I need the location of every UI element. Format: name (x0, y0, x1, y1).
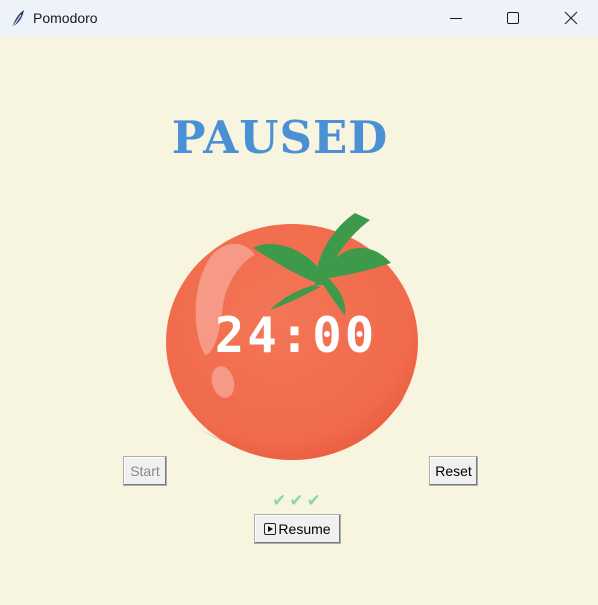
reset-button[interactable]: Reset (429, 456, 478, 486)
status-title: PAUSED (171, 111, 389, 164)
start-button[interactable]: Start (123, 456, 167, 486)
resume-button[interactable]: Resume (254, 514, 341, 544)
play-icon (264, 523, 277, 535)
maximize-icon (507, 12, 519, 24)
resume-label: Resume (278, 521, 331, 537)
minimize-button[interactable] (428, 0, 486, 37)
feather-icon (9, 9, 27, 29)
app-canvas: PAUSED 24:00 Start Reset ✔✔✔ Resume (0, 37, 598, 605)
window-title: Pomodoro (33, 10, 98, 26)
title-bar: Pomodoro (0, 0, 598, 37)
close-icon (564, 11, 578, 25)
timer-display: 24:00 (214, 307, 378, 364)
completed-checkmarks: ✔✔✔ (272, 491, 324, 511)
maximize-button[interactable] (485, 0, 543, 37)
close-button[interactable] (543, 0, 598, 37)
minimize-icon (450, 18, 462, 19)
